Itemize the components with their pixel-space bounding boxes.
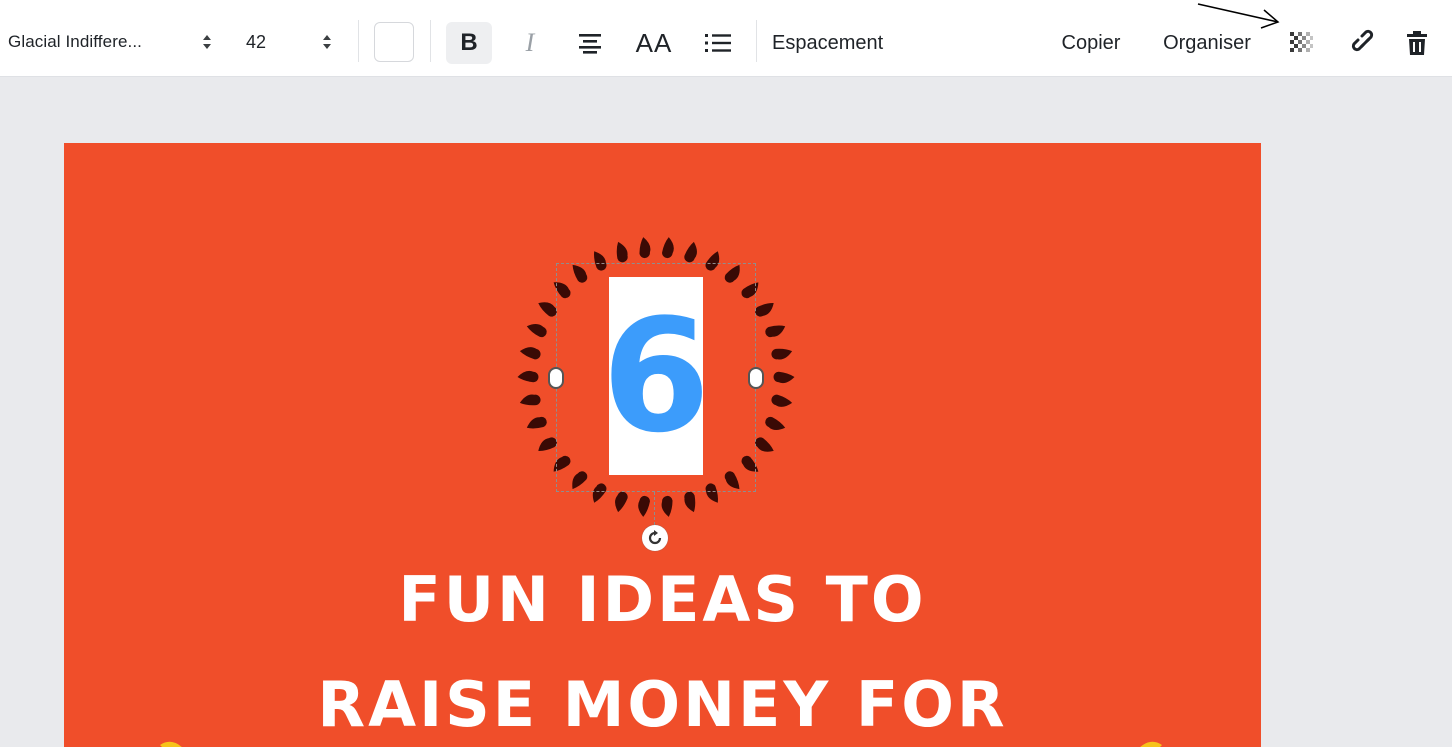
updown-arrows-icon — [323, 35, 331, 49]
rotate-icon — [648, 530, 662, 545]
resize-handle-right[interactable] — [748, 367, 764, 389]
font-size-value: 42 — [246, 31, 267, 52]
selection-box[interactable] — [548, 263, 764, 492]
spacing-button[interactable]: Espacement — [772, 22, 922, 64]
wreath-leaf — [616, 241, 628, 263]
trash-icon — [1407, 31, 1427, 55]
font-size-select[interactable]: 42 — [240, 26, 340, 58]
wreath-leaf — [662, 237, 674, 259]
updown-arrows-icon — [203, 35, 211, 49]
copy-style-button[interactable]: Copier — [1048, 22, 1134, 64]
wreath-leaf — [771, 394, 793, 407]
yellow-decoration — [1140, 741, 1162, 747]
transparency-checker-icon — [1290, 32, 1313, 52]
wreath-leaf — [755, 303, 774, 317]
wreath-leaf — [773, 371, 795, 384]
toolbar-divider — [430, 20, 431, 62]
wreath-leaf — [684, 491, 696, 513]
design-canvas[interactable]: 6 FUN IDEAS TO RAISE MONEY FOR — [64, 143, 1261, 747]
wreath-leaf — [765, 325, 786, 338]
text-color-swatch[interactable] — [374, 22, 414, 62]
wreath-leaf — [526, 416, 547, 429]
wreath-leaf — [638, 495, 650, 517]
bold-button[interactable]: B — [446, 22, 492, 64]
wreath-leaf — [519, 394, 541, 406]
link-button[interactable] — [1344, 22, 1386, 64]
resize-handle-left[interactable] — [548, 367, 564, 389]
wreath-leaf — [765, 416, 786, 430]
yellow-decoration — [160, 741, 182, 747]
headline-line-2[interactable]: RAISE MONEY FOR — [64, 668, 1261, 741]
annotation-arrow-icon — [1197, 3, 1280, 29]
headline-line-1[interactable]: FUN IDEAS TO — [64, 563, 1261, 636]
align-center-icon — [579, 34, 601, 54]
toolbar-divider — [358, 20, 359, 62]
wreath-leaf — [615, 491, 628, 513]
wreath-leaf — [639, 237, 651, 259]
delete-button[interactable] — [1400, 22, 1434, 64]
list-button[interactable] — [696, 22, 740, 64]
rotate-handle-stem — [654, 492, 656, 525]
toolbar-divider — [756, 20, 757, 62]
wreath-leaf — [526, 324, 547, 338]
wreath-leaf — [755, 437, 774, 452]
wreath-leaf — [519, 347, 541, 360]
wreath-leaf — [771, 348, 793, 360]
link-icon — [1351, 29, 1374, 52]
letter-case-button[interactable]: AA — [628, 22, 680, 64]
wreath-leaf — [684, 241, 697, 263]
align-button[interactable] — [568, 22, 612, 64]
bulleted-list-icon — [705, 34, 731, 52]
wreath-leaf — [661, 495, 673, 517]
font-family-value: Glacial Indiffere... — [8, 32, 142, 51]
wreath-leaf — [517, 370, 539, 383]
rotate-handle[interactable] — [642, 525, 668, 551]
italic-button[interactable]: I — [508, 22, 552, 64]
font-family-select[interactable]: Glacial Indiffere... — [8, 26, 218, 58]
